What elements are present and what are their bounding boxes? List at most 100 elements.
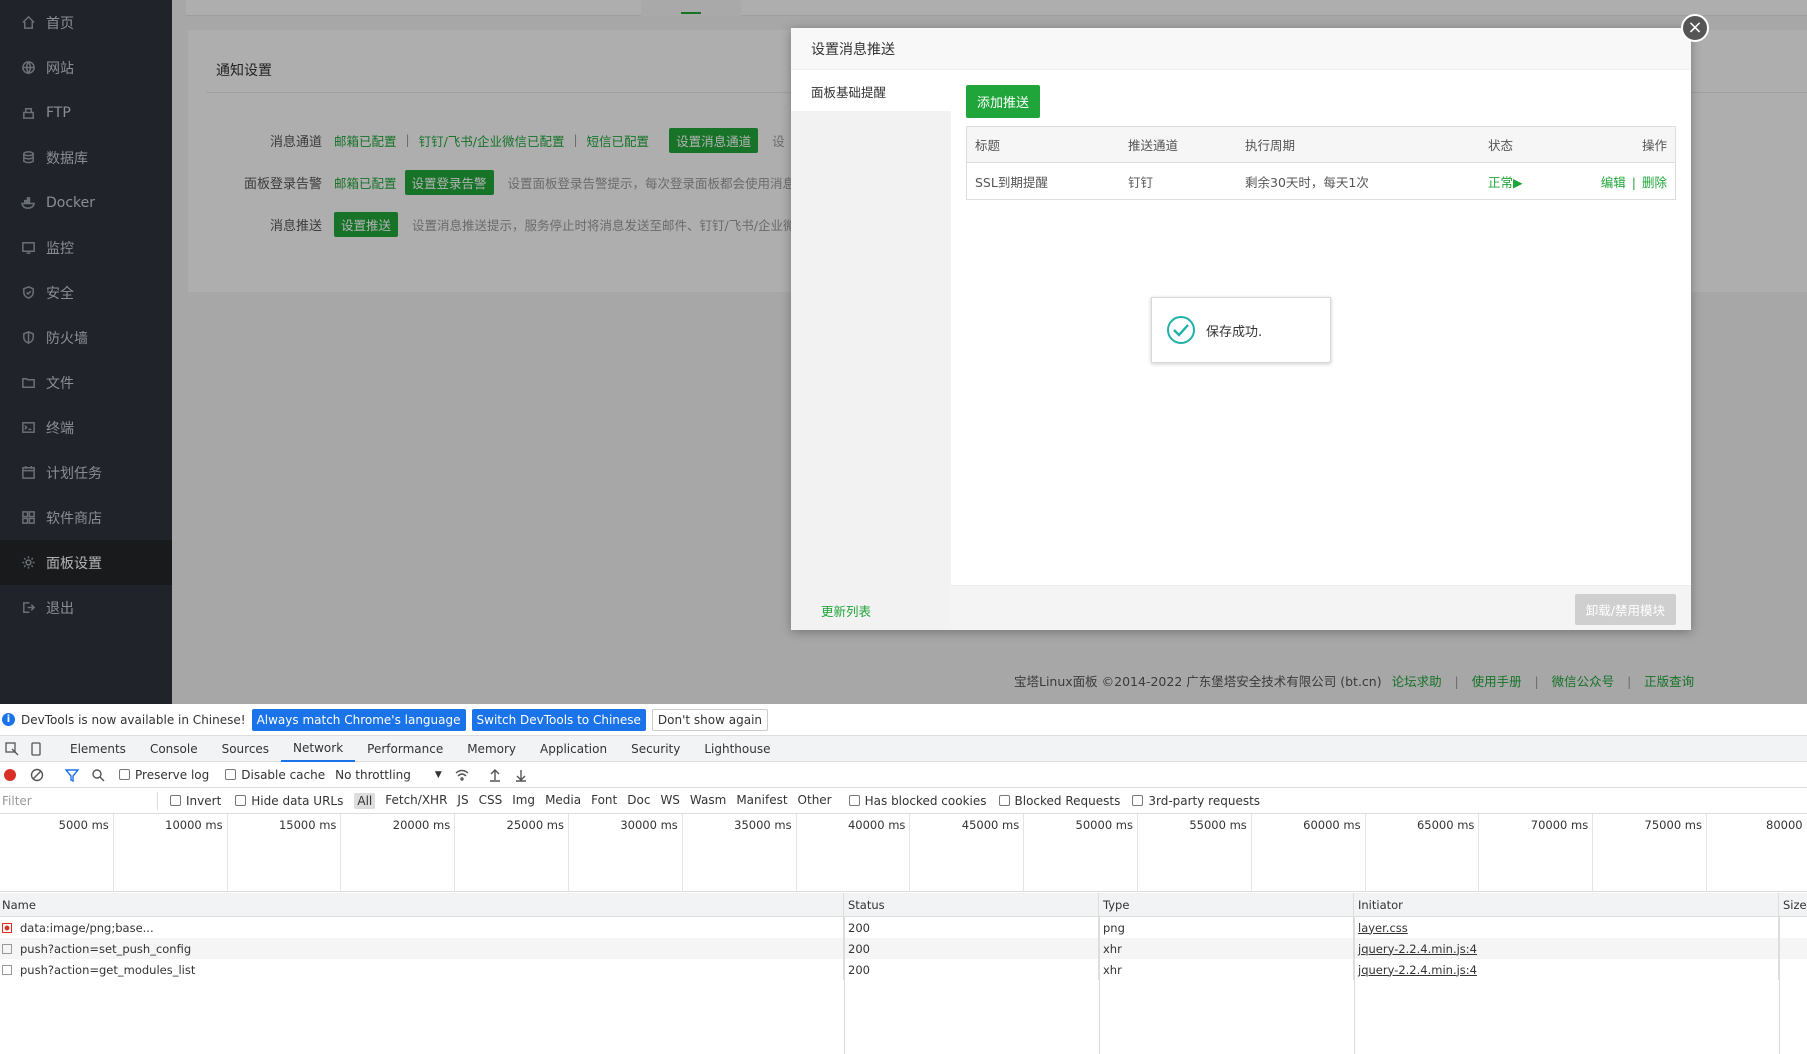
toast-message: 保存成功. — [1206, 324, 1263, 340]
table-row[interactable]: push?action=get_modules_list 200 xhr jquery… — [0, 959, 1807, 980]
match-language-button[interactable]: Always match Chrome's language — [251, 708, 466, 731]
disable-module-button[interactable]: 卸载/禁用模块 — [1574, 594, 1676, 625]
dont-show-again-button[interactable]: Don't show again — [651, 708, 769, 731]
blocked-requests-checkbox[interactable] — [998, 795, 1010, 806]
table-row[interactable]: push?action=set_push_config 200 xhr jquery-… — [0, 938, 1807, 959]
delete-link[interactable]: 删除 — [1642, 175, 1667, 190]
type-filter-js[interactable]: JS — [457, 793, 468, 809]
filter-input[interactable]: Filter — [0, 791, 158, 810]
header-title: 标题 — [975, 138, 1001, 153]
dialog-left-nav: 面板基础提醒 更新列表 — [791, 71, 951, 630]
request-name: data:image/png;base... — [0, 917, 844, 938]
invert-checkbox[interactable] — [170, 795, 181, 806]
type-filter-doc[interactable]: Doc — [627, 793, 650, 809]
disable-cache-checkbox[interactable] — [225, 769, 237, 780]
devtools-tab-console[interactable]: Console — [138, 736, 210, 762]
table-header: 标题 推送通道 执行周期 状态 操作 — [967, 127, 1675, 163]
device-toolbar-icon[interactable] — [28, 741, 44, 757]
timeline-tick: 60000 ms — [1252, 814, 1366, 892]
type-filter-manifest[interactable]: Manifest — [736, 793, 787, 809]
separator: | — [1631, 174, 1636, 190]
edit-link[interactable]: 编辑 — [1601, 175, 1626, 190]
request-name-text: push?action=set_push_config — [20, 941, 192, 956]
header-actions: 操作 — [1641, 138, 1667, 153]
col-status[interactable]: Status — [844, 893, 1099, 916]
devtools-tab-sources[interactable]: Sources — [210, 736, 281, 762]
search-icon[interactable] — [90, 767, 106, 783]
record-icon[interactable] — [4, 768, 16, 781]
request-type: png — [1099, 917, 1354, 938]
col-type[interactable]: Type — [1099, 893, 1354, 916]
status-toggle[interactable]: 正常▶ — [1480, 172, 1575, 191]
initiator-link[interactable]: jquery-2.2.4.min.js:4 — [1358, 963, 1477, 977]
timeline-tick: 45000 ms — [910, 814, 1025, 892]
inspect-element-icon[interactable] — [4, 741, 20, 757]
import-har-icon[interactable] — [487, 767, 503, 783]
devtools-tab-security[interactable]: Security — [619, 736, 692, 762]
has-blocked-cookies-checkbox[interactable] — [848, 795, 860, 806]
dialog-footer: 卸载/禁用模块 — [951, 585, 1691, 630]
request-type: xhr — [1099, 959, 1354, 980]
success-toast: 保存成功. — [1151, 297, 1331, 363]
tab-panel-basic-alerts[interactable]: 面板基础提醒 — [791, 71, 951, 111]
image-file-icon — [2, 922, 12, 933]
update-list-link[interactable]: 更新列表 — [821, 601, 871, 620]
blocked-requests-label: Blocked Requests — [1014, 793, 1121, 808]
column-divider — [1099, 917, 1100, 1054]
type-filter-ws[interactable]: WS — [660, 793, 679, 809]
filter-icon[interactable] — [64, 767, 80, 783]
col-initiator[interactable]: Initiator — [1354, 893, 1779, 916]
devtools-tab-performance[interactable]: Performance — [355, 736, 455, 762]
timeline-tick: 15000 ms — [228, 814, 342, 892]
chevron-down-icon[interactable]: ▼ — [435, 770, 442, 780]
col-name[interactable]: Name — [0, 893, 844, 916]
switch-chinese-button[interactable]: Switch DevTools to Chinese — [471, 708, 646, 731]
third-party-checkbox[interactable] — [1132, 795, 1144, 806]
cell-channel: 钉钉 — [1128, 174, 1154, 190]
devtools-panel: i DevTools is now available in Chinese! … — [0, 704, 1807, 1054]
devtools-tabs: Elements Console Sources Network Performance… — [0, 736, 1807, 762]
col-size[interactable]: Size — [1779, 893, 1807, 916]
devtools-tab-memory[interactable]: Memory — [455, 736, 528, 762]
hide-data-urls-checkbox[interactable] — [235, 795, 247, 806]
network-conditions-icon[interactable] — [454, 767, 470, 783]
timeline-tick: 30000 ms — [569, 814, 683, 892]
clear-icon[interactable] — [29, 767, 45, 783]
initiator-link[interactable]: layer.css — [1358, 921, 1408, 935]
devtools-tab-elements[interactable]: Elements — [58, 736, 138, 762]
network-timeline[interactable]: 5000 ms 10000 ms 15000 ms 20000 ms 25000 ms 3… — [0, 814, 1807, 892]
request-size — [1779, 959, 1807, 980]
type-filter-all[interactable]: All — [354, 792, 376, 809]
document-icon — [2, 964, 12, 975]
preserve-log-checkbox[interactable] — [119, 769, 130, 780]
type-filter-css[interactable]: CSS — [479, 793, 503, 809]
export-har-icon[interactable] — [513, 767, 529, 783]
devtools-tab-network[interactable]: Network — [281, 736, 356, 762]
close-icon[interactable]: × — [1681, 14, 1709, 42]
request-size — [1779, 917, 1807, 938]
devtools-tab-application[interactable]: Application — [528, 736, 619, 762]
type-filter-fetch-xhr[interactable]: Fetch/XHR — [385, 793, 447, 809]
type-filter-img[interactable]: Img — [512, 793, 535, 809]
info-icon: i — [2, 713, 15, 726]
throttling-select[interactable]: No throttling — [335, 768, 411, 782]
request-initiator: jquery-2.2.4.min.js:4 — [1354, 938, 1779, 959]
header-period: 执行周期 — [1245, 138, 1296, 153]
timeline-tick: 55000 ms — [1138, 814, 1252, 892]
request-status: 200 — [844, 917, 1099, 938]
initiator-link[interactable]: jquery-2.2.4.min.js:4 — [1358, 942, 1477, 956]
request-type: xhr — [1099, 938, 1354, 959]
type-filter-wasm[interactable]: Wasm — [690, 793, 726, 809]
request-rows: data:image/png;base... 200 png layer.css pus… — [0, 917, 1807, 980]
type-filter-other[interactable]: Other — [798, 793, 832, 809]
timeline-tick: 65000 ms — [1366, 814, 1480, 892]
request-size — [1779, 938, 1807, 959]
add-push-button[interactable]: 添加推送 — [966, 85, 1041, 118]
network-request-table: Name Status Type Initiator Size data:ima… — [0, 893, 1807, 1054]
type-filter-font[interactable]: Font — [591, 793, 617, 809]
request-initiator: layer.css — [1354, 917, 1779, 938]
type-filter-media[interactable]: Media — [545, 793, 581, 809]
table-row[interactable]: data:image/png;base... 200 png layer.css — [0, 917, 1807, 938]
disable-cache-label: Disable cache — [241, 767, 326, 782]
devtools-tab-lighthouse[interactable]: Lighthouse — [692, 736, 782, 762]
